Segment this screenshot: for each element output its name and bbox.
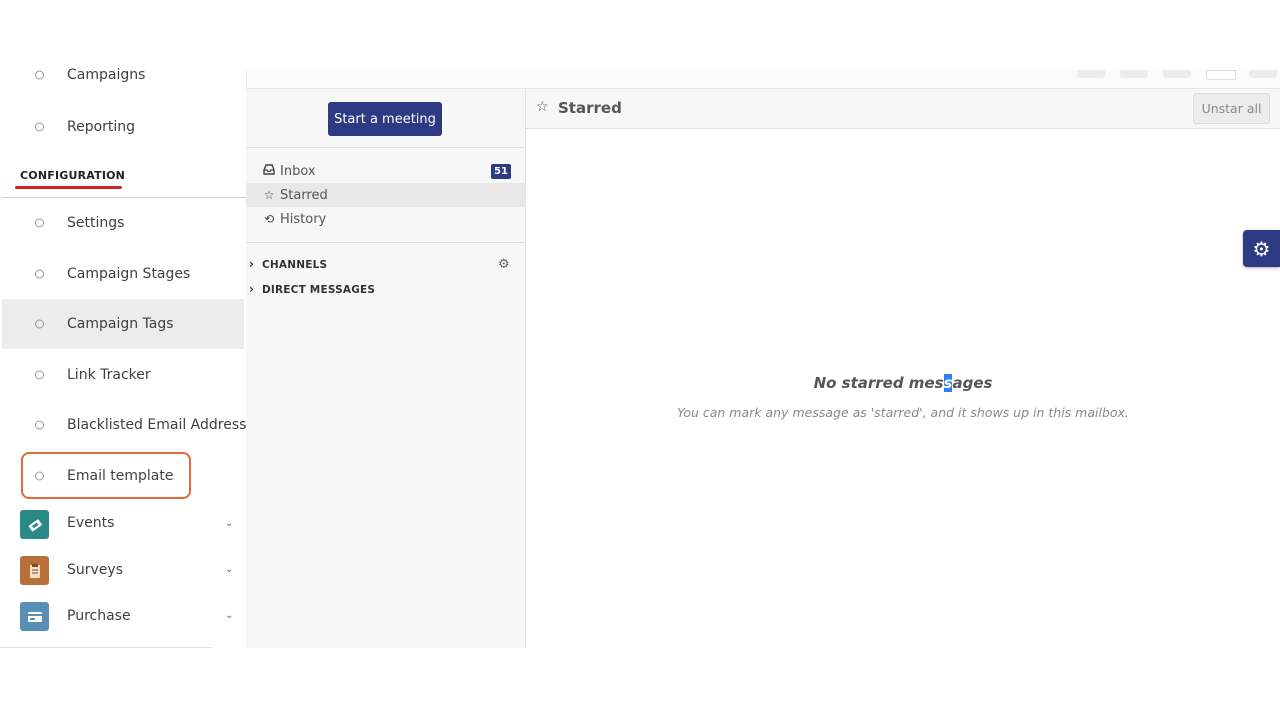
category-label: CHANNELS	[262, 259, 328, 271]
inbox-count-badge: 51	[491, 164, 511, 179]
empty-state-title: No starred messages	[526, 374, 1280, 392]
menu-item-label: Campaign Tags	[67, 316, 174, 332]
menu-item-campaigns[interactable]: Campaigns	[0, 50, 246, 100]
app-sidebar: Campaigns Reporting CONFIGURATION Settin…	[0, 67, 262, 648]
mailbox-starred[interactable]: ☆ Starred	[246, 183, 525, 207]
bullet-icon	[35, 319, 44, 329]
category-label: DIRECT MESSAGES	[262, 284, 376, 296]
menu-item-settings[interactable]: Settings	[0, 198, 246, 248]
toolbar-button[interactable]	[1120, 70, 1148, 78]
mailbox-label: History	[280, 211, 327, 227]
toolbar-button[interactable]	[1249, 70, 1277, 78]
app-item-label: Events	[67, 515, 115, 531]
toolbar-button[interactable]	[1206, 70, 1236, 80]
star-icon: ☆	[536, 99, 549, 115]
mailbox-inbox[interactable]: Inbox 51	[246, 159, 525, 183]
menu-item-link-tracker[interactable]: Link Tracker	[0, 350, 246, 400]
app-item-events[interactable]: Events ⌄	[0, 501, 246, 547]
chevron-right-icon: ›	[249, 257, 254, 271]
ticket-icon	[20, 510, 49, 539]
gear-icon[interactable]: ⚙	[498, 257, 510, 272]
menu-item-label: Campaigns	[67, 67, 146, 83]
toolbar-button[interactable]	[1077, 70, 1105, 78]
bullet-icon	[35, 218, 44, 228]
empty-title-part: No starred mes	[813, 374, 944, 392]
credit-card-icon	[20, 602, 49, 631]
chevron-down-icon[interactable]: ⌄	[225, 564, 233, 575]
bullet-icon	[35, 70, 44, 80]
category-direct-messages[interactable]: › DIRECT MESSAGES	[246, 280, 525, 302]
configuration-heading: CONFIGURATION	[20, 169, 126, 182]
menu-item-campaign-stages[interactable]: Campaign Stages	[0, 249, 246, 299]
category-channels[interactable]: › CHANNELS ⚙	[246, 255, 525, 277]
thread-header: ☆ Starred Unstar all	[526, 89, 1280, 129]
history-icon: ⟲	[263, 212, 275, 226]
menu-item-label: Blacklisted Email Addresses	[67, 417, 263, 433]
star-icon: ☆	[263, 188, 275, 202]
bullet-icon	[35, 269, 44, 279]
toolbar-button[interactable]	[1163, 70, 1191, 78]
bullet-icon	[35, 122, 44, 132]
app-item-surveys[interactable]: Surveys ⌄	[0, 548, 246, 594]
discuss-sidebar: Start a meeting Inbox 51 ☆ Starred ⟲ His…	[246, 89, 526, 648]
mailbox-label: Starred	[280, 187, 328, 203]
menu-item-reporting[interactable]: Reporting	[0, 102, 246, 152]
empty-title-part: ages	[952, 374, 993, 392]
app-item-label: Surveys	[67, 562, 123, 578]
bullet-icon	[35, 420, 44, 430]
discuss-divider	[246, 242, 525, 243]
unstar-all-button[interactable]: Unstar all	[1193, 93, 1270, 124]
menu-item-label: Link Tracker	[67, 367, 151, 383]
mailbox-history[interactable]: ⟲ History	[246, 207, 525, 231]
gear-icon[interactable]: ⚙	[1243, 230, 1280, 267]
inbox-icon	[262, 164, 276, 178]
mailbox-label: Inbox	[280, 163, 316, 179]
clipboard-icon	[20, 556, 49, 585]
app-item-purchase[interactable]: Purchase ⌄	[0, 595, 246, 641]
menu-item-blacklisted-email[interactable]: Blacklisted Email Addresses	[0, 400, 262, 450]
email-template-highlight	[21, 452, 191, 499]
menu-item-campaign-tags[interactable]: Campaign Tags	[2, 299, 244, 349]
bullet-icon	[35, 370, 44, 380]
chevron-right-icon: ›	[249, 282, 254, 296]
start-meeting-button[interactable]: Start a meeting	[328, 102, 442, 136]
chevron-down-icon[interactable]: ⌄	[225, 518, 233, 529]
heading-underline	[15, 186, 122, 189]
menu-item-label: Campaign Stages	[67, 266, 191, 282]
discuss-divider	[246, 147, 525, 148]
thread-title: Starred	[558, 99, 622, 117]
sidebar-bottom-border	[0, 647, 212, 648]
menu-item-label: Settings	[67, 215, 125, 231]
app-item-label: Purchase	[67, 608, 131, 624]
empty-state-subtitle: You can mark any message as 'starred', a…	[677, 405, 1129, 420]
chevron-down-icon[interactable]: ⌄	[225, 610, 233, 621]
menu-item-label: Reporting	[67, 119, 136, 135]
